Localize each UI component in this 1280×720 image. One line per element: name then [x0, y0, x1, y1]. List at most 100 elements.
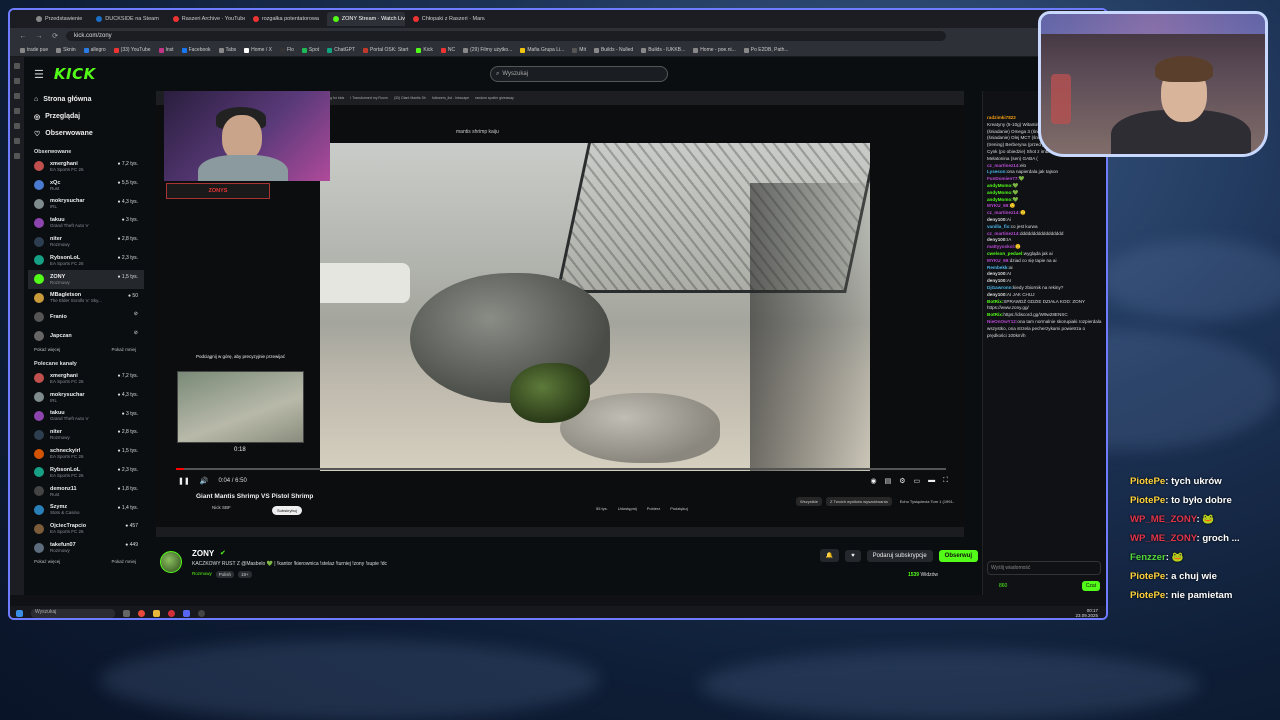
related-chip[interactable]: Z Twoich wyników wyszukiwania	[826, 497, 892, 506]
forward-icon[interactable]: →	[34, 33, 44, 40]
bookmark-item[interactable]: Builds - Nulled	[593, 47, 633, 53]
channel-item[interactable]: Szymz Slots & Casino ● 1,4 tys.	[28, 501, 144, 520]
browser-tab[interactable]: ZONY Stream · Watch Live	[326, 12, 405, 26]
obs-icon[interactable]	[198, 609, 205, 617]
theater-icon[interactable]: ▬	[928, 477, 935, 485]
bookmark-item[interactable]: Mit	[572, 47, 586, 53]
chat-username[interactable]: deny100:	[987, 217, 1007, 222]
related-video-title[interactable]: Echo Tysiąclecia Tom 1 (1991-	[896, 497, 958, 506]
chat-username[interactable]: deny100:	[987, 237, 1007, 242]
bookmark-item[interactable]: Mafia Grupa Li...	[520, 47, 564, 53]
sidebar-app-icon[interactable]	[14, 153, 20, 159]
autoplay-toggle-icon[interactable]: ◉	[870, 477, 876, 485]
miniplayer-icon[interactable]: ▭	[913, 477, 920, 485]
channel-item[interactable]: takuu Grand Theft Auto V ● 3 tys.	[28, 407, 144, 426]
browser-tab[interactable]: rozgałka potentatorowa	[247, 12, 325, 26]
sidebar-app-icon[interactable]	[14, 123, 20, 129]
bookmark-item[interactable]: Kick	[416, 47, 433, 53]
channel-name[interactable]: ZONY	[192, 549, 214, 558]
heart-icon[interactable]: ♥	[845, 549, 861, 562]
video-action-button[interactable]: Podziękuj	[670, 506, 687, 511]
volume-icon[interactable]: 🔊	[200, 477, 209, 485]
chat-username[interactable]: mattyyoskol:	[987, 244, 1015, 249]
menu-icon[interactable]: ☰	[34, 68, 44, 81]
channel-item[interactable]: mokrysuchar IRL ● 4,3 tys.	[28, 195, 144, 214]
back-icon[interactable]: ←	[18, 33, 28, 40]
browser-tab[interactable]: Raszeri Archive · YouTube	[167, 12, 245, 26]
chat-username[interactable]: NieOnOwY12:	[987, 319, 1017, 324]
chat-username[interactable]: MYKU_69:	[987, 203, 1010, 208]
channel-item[interactable]: xQc Rust ● 5,5 tys.	[28, 176, 144, 195]
bookmark-item[interactable]: ChatGPT	[327, 47, 355, 53]
pause-icon[interactable]: ❚❚	[178, 477, 190, 485]
bookmark-item[interactable]: Portal OSK: Start	[363, 47, 408, 53]
chat-username[interactable]: deny100:	[987, 278, 1007, 283]
chat-username[interactable]: FunDomien77:	[987, 176, 1019, 181]
fullscreen-icon[interactable]: ⛶	[943, 477, 948, 485]
chat-username[interactable]: deny100:	[987, 292, 1007, 297]
video-action-button[interactable]: Pobierz	[647, 506, 661, 511]
show-less-link[interactable]: Pokaż mniej	[111, 347, 136, 352]
channel-item[interactable]: Franio ⊘	[28, 307, 144, 326]
stream-category[interactable]: Rozmowy	[192, 571, 212, 578]
nav-item-home[interactable]: ⌂ Strona główna	[28, 91, 144, 108]
bookmark-item[interactable]: Po E2DB, Path...	[743, 47, 789, 53]
channel-item[interactable]: takuu Grand Theft Auto V ● 3 tys.	[28, 213, 144, 232]
chat-username[interactable]: cwelson_pedael:	[987, 251, 1024, 256]
bookmark-item[interactable]: allegro	[83, 47, 106, 53]
sidebar-app-icon[interactable]	[14, 63, 20, 69]
kick-logo[interactable]: KICK	[54, 65, 96, 83]
task-view-icon[interactable]	[123, 609, 130, 617]
channel-item[interactable]: xmerghani EA Sports FC 26 ● 7,2 tys.	[28, 157, 144, 176]
bookmark-item[interactable]: trade pue	[20, 47, 48, 53]
search-input[interactable]: ⌕ Wyszukaj	[490, 66, 668, 82]
bookmark-item[interactable]: Tabs	[218, 47, 236, 53]
bookmark-item[interactable]: Home - poe.ni...	[693, 47, 736, 53]
channel-avatar[interactable]	[160, 551, 182, 573]
sidebar-app-icon[interactable]	[14, 78, 20, 84]
chat-username[interactable]: BotRix:	[987, 312, 1003, 317]
channel-item[interactable]: demonz11 Rust ● 1,8 tys.	[28, 482, 144, 501]
settings-icon[interactable]: ⚙	[899, 477, 905, 485]
bell-icon[interactable]: 🔔	[819, 549, 840, 562]
bookmark-item[interactable]: (33) YouTube	[113, 47, 151, 53]
channel-item[interactable]: mokrysuchar IRL ● 4,3 tys.	[28, 388, 144, 407]
channel-item[interactable]: niter Rozmowy ● 2,8 tys.	[28, 425, 144, 444]
chat-username[interactable]: MYKU_69:	[987, 258, 1010, 263]
video-action-button[interactable]: 55 tys.	[596, 506, 608, 511]
opera-icon[interactable]	[168, 609, 175, 617]
folder-icon[interactable]	[153, 609, 160, 617]
chat-username[interactable]: andyMomo:	[987, 183, 1013, 188]
chat-username[interactable]: cz_martinez14:	[987, 210, 1020, 215]
sidebar-app-icon[interactable]	[14, 93, 20, 99]
channel-item[interactable]: schneckyirl EA Sports FC 26 ● 1,5 tys.	[28, 444, 144, 463]
browser-tab[interactable]: Chłopaki z Raszeri · Manua	[407, 12, 485, 26]
sidebar-app-icon[interactable]	[14, 108, 20, 114]
channel-item[interactable]: ZONY Rozmowy ● 1,5 tys.	[28, 269, 144, 289]
video-action-button[interactable]: Udostępnij	[618, 506, 637, 511]
channel-item[interactable]: takefun07 Rozmowy ● 449	[28, 538, 144, 557]
windows-start-icon[interactable]	[16, 609, 23, 617]
follow-button[interactable]: Obserwuj	[938, 549, 978, 562]
bookmark-item[interactable]: Inst	[158, 47, 174, 53]
chrome-icon[interactable]	[138, 609, 145, 617]
browser-tab[interactable]: DUCKSIDE na Steam	[90, 12, 165, 26]
nav-item-compass[interactable]: ◎ Przeglądaj	[28, 108, 144, 125]
chat-username[interactable]: DjGawronn:	[987, 285, 1013, 290]
stream-tag[interactable]: 18+	[238, 571, 252, 578]
reload-icon[interactable]: ⟳	[50, 32, 60, 40]
show-more-link[interactable]: Pokaż więcej	[34, 559, 60, 564]
bookmark-item[interactable]: Builds - lUKKB...	[641, 47, 685, 53]
chat-username[interactable]: Lyseson:	[987, 169, 1007, 174]
chat-send-button[interactable]: Czat	[1081, 581, 1100, 591]
chat-username[interactable]: radzimki7822	[987, 115, 1016, 120]
bookmark-item[interactable]: (29) Filmy użytko...	[463, 47, 512, 53]
url-field[interactable]: kick.com/zony	[66, 31, 946, 41]
chat-username[interactable]: cz_martinez14:	[987, 231, 1020, 236]
channel-item[interactable]: niter Rozmowy ● 2,8 tys.	[28, 232, 144, 251]
chat-username[interactable]: deny100:	[987, 271, 1007, 276]
bookmark-item[interactable]: Flo	[279, 47, 294, 53]
related-chip[interactable]: Wszystkie	[796, 497, 822, 506]
channel-item[interactable]: OjciecTrapcio EA Sports FC 26 ● 457	[28, 519, 144, 538]
nav-item-heart[interactable]: ♡ Obserwowane	[28, 125, 144, 142]
